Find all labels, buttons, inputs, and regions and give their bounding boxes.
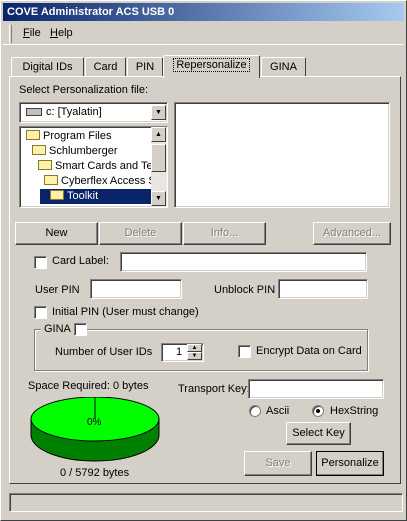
tab-repersonalize[interactable]: Repersonalize [163,55,260,78]
window-title: COVE Administrator ACS USB 0 [3,3,404,21]
card-label-input[interactable] [120,252,367,272]
stepper-up-icon[interactable]: ▲ [187,344,202,352]
save-button[interactable]: Save [244,451,312,476]
num-user-ids-stepper[interactable]: 1 ▲ ▼ [161,343,204,362]
radio-selected-dot [316,409,320,413]
tab-pin[interactable]: PIN [127,57,163,77]
unblock-pin-input[interactable] [278,279,368,299]
ascii-label: Ascii [266,405,290,417]
transport-key-label: Transport Key: [178,383,250,395]
tab-repersonalize-label: Repersonalize [173,58,250,72]
folder-open-icon [26,130,40,140]
folder-open-icon [38,160,52,170]
ascii-radio[interactable] [249,405,261,417]
file-list[interactable] [174,102,390,208]
tree-item-cyberflex[interactable]: Cyberflex Access SD [44,174,164,189]
card-label-label: Card Label: [52,255,109,267]
transport-key-input[interactable] [248,379,384,399]
card-label-checkbox[interactable] [34,256,47,269]
advanced-button[interactable]: Advanced... [313,222,391,245]
space-usage-label: 0 / 5792 bytes [60,467,130,479]
drive-value: c: [Tyalatin] [46,106,102,118]
space-required-label: Space Required: 0 bytes [28,380,149,392]
folder-tree[interactable]: Program Files Schlumberger Smart Cards a… [19,126,168,208]
tree-item-toolkit[interactable]: Toolkit [40,189,151,204]
drive-icon [26,108,42,116]
folder-open-icon [32,145,46,155]
unblock-pin-label: Unblock PIN [214,284,276,296]
tab-gina[interactable]: GINA [261,57,306,77]
tab-card[interactable]: Card [85,57,126,77]
delete-button[interactable]: Delete [99,222,182,245]
tree-scrollbar[interactable]: ▲ ▼ [151,127,167,207]
encrypt-data-label: Encrypt Data on Card [256,345,362,357]
personalize-button[interactable]: Personalize [316,451,384,476]
tree-item-schlumberger[interactable]: Schlumberger [32,144,117,159]
space-pie-chart: 0% [30,397,160,462]
menu-bar: File Help [3,23,404,45]
tree-item-smart-cards[interactable]: Smart Cards and Ter [38,159,156,174]
user-pin-label: User PIN [35,284,80,296]
scroll-up-icon[interactable]: ▲ [151,127,166,142]
scroll-down-icon[interactable]: ▼ [151,191,166,206]
stepper-down-icon[interactable]: ▼ [187,352,202,360]
drive-select[interactable]: c: [Tyalatin] ▼ [19,102,168,123]
info-button[interactable]: Info... [183,222,266,245]
new-button[interactable]: New [15,222,98,245]
gina-checkbox[interactable] [74,323,87,336]
initial-pin-checkbox[interactable] [34,306,47,319]
hexstring-label: HexString [330,405,379,417]
scroll-thumb[interactable] [151,144,166,172]
tab-digital-ids[interactable]: Digital IDs [11,57,84,77]
folder-open-icon [50,190,64,200]
chevron-down-icon[interactable]: ▼ [151,105,166,120]
pie-percent-label: 0% [87,417,102,428]
user-pin-input[interactable] [90,279,182,299]
personalization-file-label: Select Personalization file: [19,84,149,96]
initial-pin-label: Initial PIN (User must change) [52,306,199,318]
encrypt-data-checkbox[interactable] [238,345,251,358]
folder-open-icon [44,175,58,185]
gina-group-label: GINA [41,323,74,335]
num-user-ids-value: 1 [176,346,183,358]
menu-help[interactable]: Help [50,27,73,39]
num-user-ids-label: Number of User IDs [55,346,153,358]
menu-file[interactable]: File [23,27,41,39]
select-key-button[interactable]: Select Key [286,422,351,445]
app-window: COVE Administrator ACS USB 0 File Help D… [0,0,407,521]
menu-grip [9,25,12,43]
tree-item-program-files[interactable]: Program Files [26,129,111,144]
status-bar [9,493,403,512]
hexstring-radio[interactable] [312,405,324,417]
